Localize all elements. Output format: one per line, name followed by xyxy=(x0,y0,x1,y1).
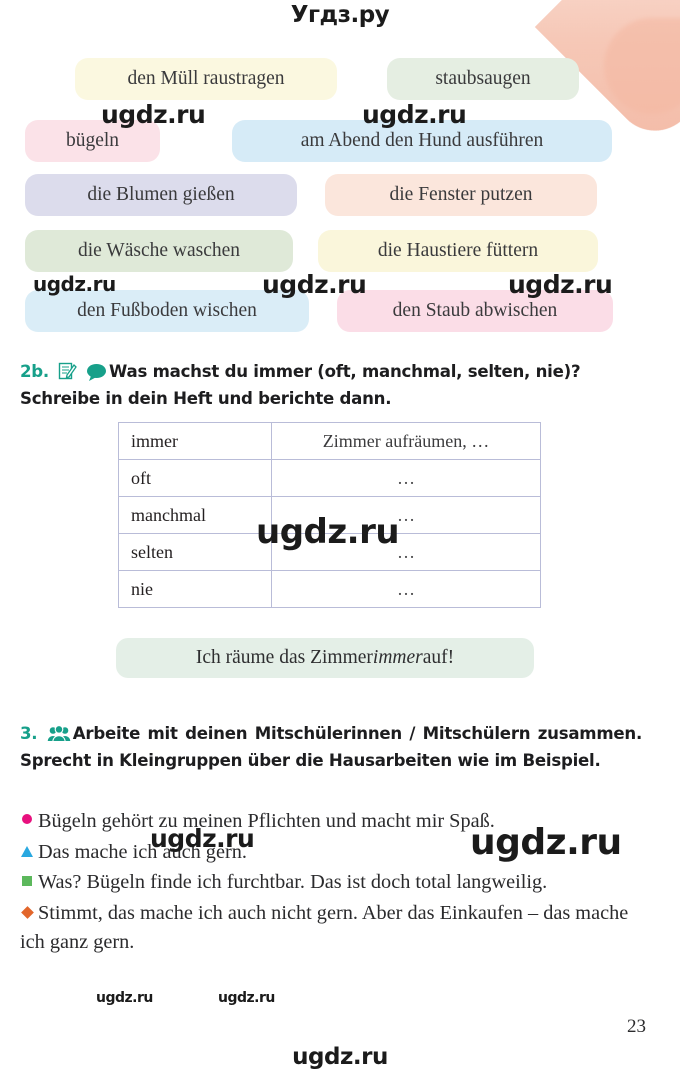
watermark-tile: ugdz.ru xyxy=(96,990,153,1006)
example-text-after: auf! xyxy=(422,647,455,668)
answer-cell: Zimmer aufräumen, … xyxy=(271,422,541,460)
frequency-cell: selten xyxy=(118,533,272,571)
dialogue-list: Bügeln gehört zu meinen Pflichten und ma… xyxy=(20,806,642,958)
square-bullet-icon-shape xyxy=(22,876,32,886)
dialogue-text: Bügeln gehört zu meinen Pflichten und ma… xyxy=(38,810,495,832)
diamond-bullet-icon-shape xyxy=(20,905,34,919)
answer-cell: … xyxy=(271,496,541,534)
dialogue-text: Stimmt, das mache ich auch nicht gern. A… xyxy=(20,901,629,954)
dialogue-line: Was? Bügeln finde ich furchtbar. Das ist… xyxy=(20,867,642,898)
dialogue-text: Das mache ich auch gern. xyxy=(38,840,247,863)
dialogue-line: Bügeln gehört zu meinen Pflichten und ma… xyxy=(20,806,642,837)
answer-cell: … xyxy=(271,570,541,608)
circle-bullet-icon xyxy=(20,806,34,836)
table-row: manchmal… xyxy=(118,496,541,534)
answer-cell: … xyxy=(271,533,541,571)
example-text-italic: immer xyxy=(372,647,423,668)
chore-pill[interactable]: die Wäsche waschen xyxy=(25,230,293,272)
table-row: immer Zimmer aufräumen, … xyxy=(118,422,541,460)
exercise-3-heading: 3. Arbeite mit deinen Mitschülerinnen / … xyxy=(20,722,642,772)
frequency-cell: immer xyxy=(118,422,272,460)
dialogue-text: Was? Bügeln finde ich furchtbar. Das ist… xyxy=(38,871,548,893)
chore-pill[interactable]: den Fußboden wischen xyxy=(25,290,309,332)
chore-pill[interactable]: die Fenster putzen xyxy=(325,174,597,216)
exercise-3-text: Arbeite mit deinen Mitschülerinnen / Mit… xyxy=(20,724,642,770)
frequency-cell: nie xyxy=(118,570,272,608)
table-row: nie… xyxy=(118,570,541,608)
triangle-bullet-icon xyxy=(20,837,34,867)
chore-pill[interactable]: den Müll raustragen xyxy=(75,58,337,100)
chore-pill[interactable]: den Staub abwischen xyxy=(337,290,613,332)
circle-bullet-icon-shape xyxy=(22,814,32,824)
speech-bubble-icon xyxy=(86,363,107,387)
dialogue-line: Stimmt, das mache ich auch nicht gern. A… xyxy=(20,898,642,958)
example-sentence-bubble: Ich räume das Zimmer immer auf! xyxy=(116,638,534,678)
notepad-pencil-icon xyxy=(57,361,77,387)
table-row: selten… xyxy=(118,533,541,571)
chore-pill[interactable]: staubsaugen xyxy=(387,58,579,100)
page-number: 23 xyxy=(627,1016,646,1037)
watermark-tile: ugdz.ru xyxy=(218,990,275,1006)
frequency-cell: oft xyxy=(118,459,272,497)
textbook-page: Угдз.ру den Müll raustragen staubsaugen bü… xyxy=(0,0,680,1076)
answer-cell: … xyxy=(271,459,541,497)
example-text-before: Ich räume das Zimmer xyxy=(195,647,373,668)
exercise-3-number: 3. xyxy=(20,724,38,743)
chore-pill[interactable]: bügeln xyxy=(25,120,160,162)
watermark-bottom: ugdz.ru xyxy=(292,1044,388,1070)
exercise-2b-number: 2b. xyxy=(20,362,49,381)
triangle-bullet-icon-shape xyxy=(21,845,33,857)
group-people-icon xyxy=(47,725,71,749)
frequency-cell: manchmal xyxy=(118,496,272,534)
chore-pill[interactable]: die Blumen gießen xyxy=(25,174,297,216)
table-row: oft… xyxy=(118,459,541,497)
square-bullet-icon xyxy=(20,867,34,897)
dialogue-line: Das mache ich auch gern. xyxy=(20,837,642,868)
chore-pill[interactable]: die Haustiere füttern xyxy=(318,230,598,272)
exercise-2b-heading: 2b. Was machst du immer (oft, manchmal, … xyxy=(20,360,620,410)
frequency-table: immer Zimmer aufräumen, … oft… manchmal… sel… xyxy=(118,422,541,608)
diamond-bullet-icon xyxy=(20,898,34,928)
chore-pill[interactable]: am Abend den Hund ausführen xyxy=(232,120,612,162)
